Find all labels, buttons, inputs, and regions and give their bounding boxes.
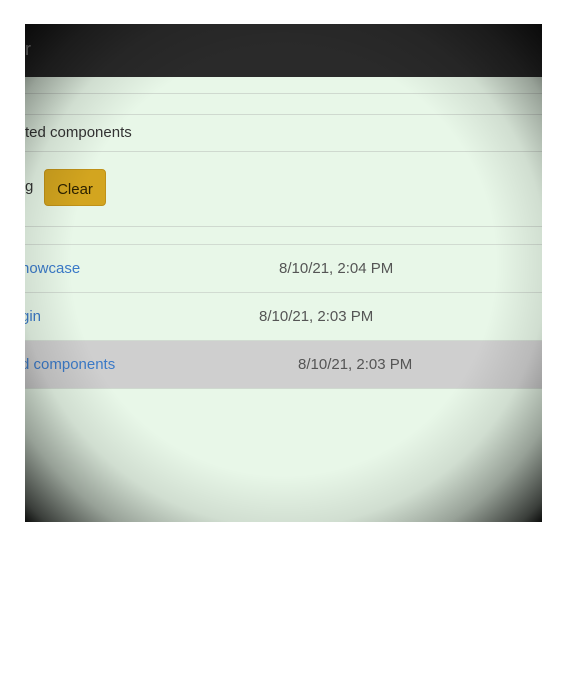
app-title: r — [25, 39, 31, 59]
history-timestamp: 8/10/21, 2:03 PM — [298, 356, 413, 373]
divider — [25, 388, 542, 389]
history-row-selected[interactable]: d components 8/10/21, 2:03 PM — [25, 340, 542, 388]
divider — [25, 93, 542, 94]
history-link[interactable]: howcase — [25, 260, 80, 278]
history-list: howcase 8/10/21, 2:04 PM gin 8/10/21, 2:… — [25, 244, 542, 389]
page-subtitle: ted components — [25, 124, 132, 141]
history-link[interactable]: gin — [25, 308, 41, 326]
clear-button[interactable]: Clear — [44, 169, 106, 206]
divider — [25, 114, 542, 115]
top-bar: r — [25, 24, 542, 77]
divider — [25, 226, 542, 227]
history-row[interactable]: gin 8/10/21, 2:03 PM — [25, 292, 542, 340]
divider — [25, 151, 542, 152]
history-link[interactable]: d components — [25, 356, 115, 374]
history-timestamp: 8/10/21, 2:03 PM — [259, 308, 374, 325]
filter-label: g — [25, 178, 34, 195]
history-row[interactable]: howcase 8/10/21, 2:04 PM — [25, 244, 542, 292]
screen-photo: r ted components g Clear howcase 8/10/21… — [25, 24, 542, 522]
history-timestamp: 8/10/21, 2:04 PM — [279, 260, 394, 277]
